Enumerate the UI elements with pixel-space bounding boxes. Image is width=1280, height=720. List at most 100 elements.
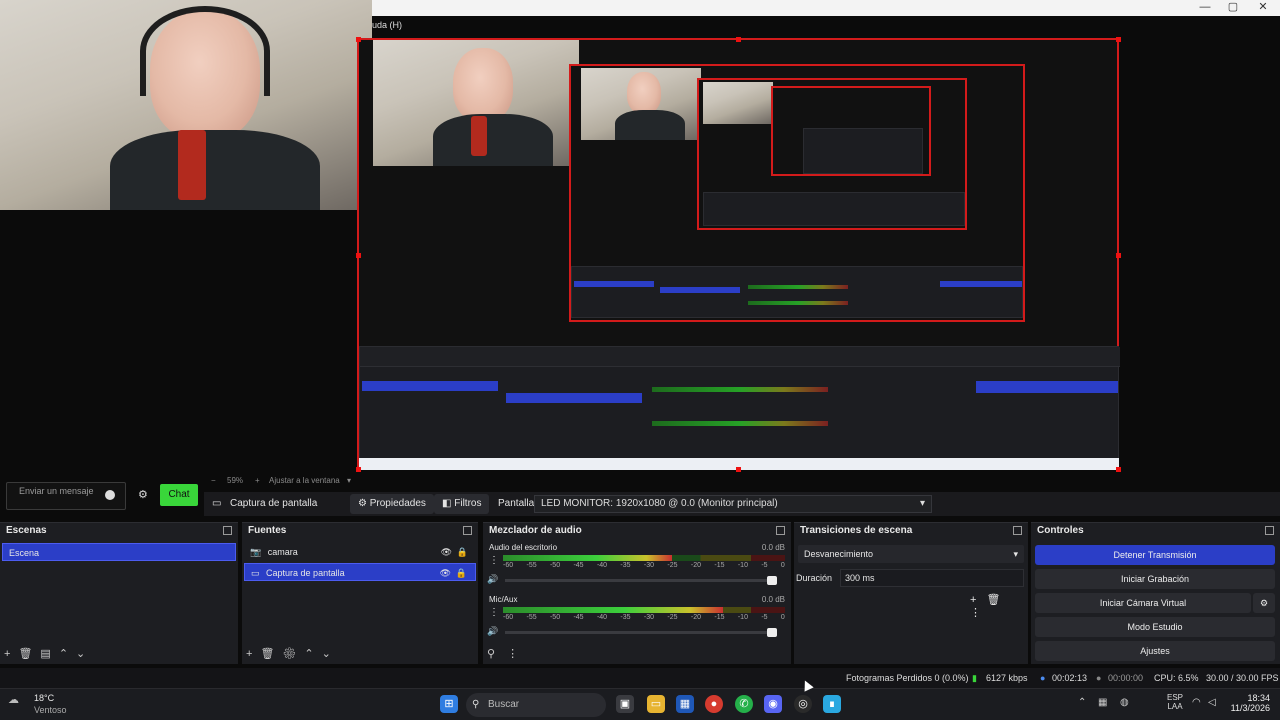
- display-label: Pantalla: [498, 498, 535, 509]
- dock-popout-icon[interactable]: [1265, 526, 1274, 535]
- channel-menu-icon[interactable]: ⋮: [489, 555, 499, 566]
- app-icon[interactable]: ∎: [823, 695, 841, 713]
- duration-input[interactable]: 300 ms: [840, 569, 1024, 587]
- settings-button[interactable]: Ajustes: [1035, 641, 1275, 661]
- chevron-down-icon[interactable]: ▾: [347, 476, 351, 485]
- store-icon[interactable]: ▦: [676, 695, 694, 713]
- folder-icon[interactable]: ▭: [647, 695, 665, 713]
- scene-item[interactable]: Escena: [2, 543, 236, 561]
- source-label: Captura de pantalla: [266, 568, 345, 578]
- display-select[interactable]: LED MONITOR: 1920x1080 @ 0.0 (Monitor pr…: [534, 495, 932, 513]
- studio-mode-button[interactable]: Modo Estudio: [1035, 617, 1275, 637]
- dock-popout-icon[interactable]: [463, 526, 472, 535]
- volume-icon[interactable]: ◁: [1208, 697, 1216, 708]
- eye-icon[interactable]: 👁: [441, 543, 452, 561]
- weather-temp[interactable]: 18°C: [34, 693, 54, 703]
- lock-icon[interactable]: 🔒: [457, 543, 468, 561]
- controls-title: Controles: [1031, 523, 1280, 539]
- more-icon[interactable]: ⋮: [970, 607, 991, 619]
- clock[interactable]: 18:34 11/3/2026: [1226, 693, 1270, 713]
- taskbar-search[interactable]: ⚲ Buscar: [466, 693, 606, 717]
- filter-icon[interactable]: ▤: [40, 648, 58, 660]
- screen-capture-source[interactable]: [356, 37, 1121, 472]
- context-source-name: Captura de pantalla: [230, 498, 318, 509]
- meter-tick-label: -50: [549, 562, 561, 569]
- more-icon[interactable]: ⋮: [507, 648, 530, 660]
- meter-tick-label: -45: [573, 562, 584, 569]
- chat-input[interactable]: Enviar un mensaje: [6, 482, 126, 510]
- windows-start-icon[interactable]: ⊞: [440, 695, 458, 713]
- trash-icon[interactable]: 🗑: [260, 648, 282, 660]
- weather-icon[interactable]: ☁: [8, 693, 30, 706]
- add-icon[interactable]: +: [4, 648, 18, 660]
- add-icon[interactable]: +: [970, 594, 986, 606]
- meter-tick-label: -20: [690, 614, 701, 621]
- nested-webcam: [373, 40, 579, 166]
- virtual-camera-button[interactable]: Iniciar Cámara Virtual: [1035, 593, 1251, 613]
- volume-slider[interactable]: [505, 628, 777, 637]
- dock-popout-icon[interactable]: [223, 526, 232, 535]
- whatsapp-icon[interactable]: ✆: [735, 695, 753, 713]
- close-button[interactable]: ✕: [1248, 0, 1278, 16]
- link-icon[interactable]: ⚲: [487, 648, 507, 660]
- level-meter-fill: [503, 607, 723, 613]
- trash-icon[interactable]: 🗑: [986, 594, 1010, 606]
- date: 11/3/2026: [1230, 703, 1270, 713]
- transition-toolbar: +🗑⋮: [970, 593, 1028, 619]
- weather-desc[interactable]: Ventoso: [34, 705, 67, 715]
- move-up-icon[interactable]: ⌃: [304, 648, 321, 660]
- minimize-button[interactable]: —: [1190, 0, 1220, 16]
- channel-menu-icon[interactable]: ⋮: [489, 607, 499, 618]
- properties-label: Propiedades: [369, 498, 426, 509]
- chrome-icon[interactable]: ●: [705, 695, 723, 713]
- mixer-toolbar: ⚲⋮: [487, 647, 530, 660]
- zoom-level: 59%: [227, 476, 244, 485]
- filters-button[interactable]: ◧ Filtros: [434, 494, 490, 514]
- volume-slider-handle[interactable]: [767, 628, 777, 637]
- language-indicator[interactable]: ESP LAA: [1164, 693, 1186, 711]
- virtual-camera-settings-icon[interactable]: ⚙: [1253, 593, 1275, 613]
- tray-icon-2[interactable]: ◍: [1120, 697, 1129, 708]
- fit-window-label[interactable]: Ajustar a la ventana: [269, 476, 340, 485]
- eye-icon[interactable]: 👁: [440, 564, 451, 582]
- dropped-frames: Fotogramas Perdidos 0 (0.0%): [846, 673, 969, 683]
- lock-icon[interactable]: 🔒: [456, 564, 467, 582]
- chat-settings-icon[interactable]: ⚙: [138, 488, 148, 501]
- meter-tick-label: -35: [620, 614, 631, 621]
- speaker-icon[interactable]: 🔊: [487, 626, 498, 637]
- speaker-icon[interactable]: 🔊: [487, 574, 498, 585]
- wifi-icon[interactable]: ◠: [1192, 697, 1201, 708]
- zoom-in-button[interactable]: +: [255, 476, 260, 485]
- channel-name: Audio del escritorio: [489, 543, 558, 552]
- move-up-icon[interactable]: ⌃: [59, 648, 76, 660]
- properties-button[interactable]: ⚙ Propiedades: [350, 494, 434, 514]
- preview-canvas[interactable]: uda (H): [0, 0, 1280, 476]
- meter-tick-label: -45: [573, 614, 584, 621]
- chat-button[interactable]: Chat: [160, 484, 198, 506]
- task-view-icon[interactable]: ▣: [616, 695, 634, 713]
- move-down-icon[interactable]: ⌄: [76, 648, 93, 660]
- volume-slider[interactable]: [505, 576, 777, 585]
- dock-popout-icon[interactable]: [1013, 526, 1022, 535]
- zoom-out-button[interactable]: −: [211, 476, 216, 485]
- start-recording-button[interactable]: Iniciar Grabación: [1035, 569, 1275, 589]
- maximize-button[interactable]: ▢: [1218, 0, 1248, 16]
- source-item-camera[interactable]: 📷 camara 👁 🔒: [244, 543, 476, 561]
- transition-select[interactable]: Desvanecimiento ▾: [798, 545, 1024, 563]
- dock-popout-icon[interactable]: [776, 526, 785, 535]
- meter-tick-label: -40: [596, 562, 608, 569]
- source-item-screen-capture[interactable]: ▭ Captura de pantalla 👁 🔒: [244, 563, 476, 581]
- add-icon[interactable]: +: [246, 648, 260, 660]
- chevron-up-icon[interactable]: ⌃: [1078, 697, 1086, 708]
- stop-stream-button[interactable]: Detener Transmisión: [1035, 545, 1275, 565]
- discord-icon[interactable]: ◉: [764, 695, 782, 713]
- tray-icon[interactable]: ▦: [1098, 697, 1107, 708]
- gear-icon[interactable]: ⚙: [282, 648, 304, 660]
- obs-icon[interactable]: ◎: [794, 695, 812, 713]
- move-down-icon[interactable]: ⌄: [322, 648, 339, 660]
- trash-icon[interactable]: 🗑: [18, 648, 40, 660]
- emoji-icon[interactable]: [105, 490, 115, 500]
- signal-icon: ▮: [972, 673, 977, 683]
- sources-title: Fuentes: [242, 523, 478, 539]
- volume-slider-handle[interactable]: [767, 576, 777, 585]
